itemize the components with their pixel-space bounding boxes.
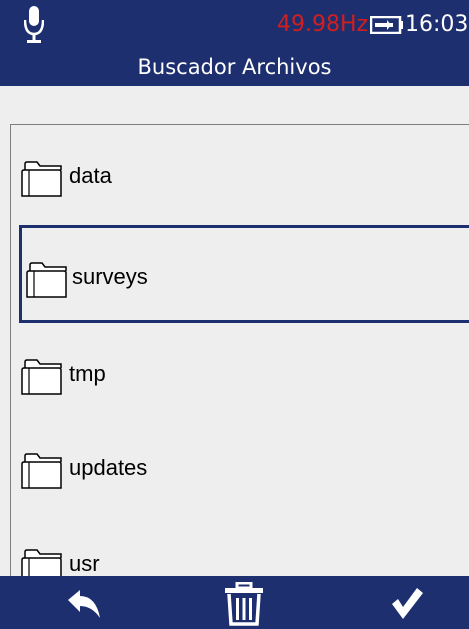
list-item-label: surveys [72,264,148,289]
list-item-selected[interactable]: surveys [19,225,469,323]
folder-icon [21,161,62,197]
trash-icon [225,582,263,626]
back-arrow-icon [68,590,100,618]
list-item[interactable]: data [11,125,469,221]
file-list[interactable]: data surveys tmp updates usr [10,124,469,576]
list-item[interactable]: tmp [11,323,469,419]
checkmark-icon [392,588,423,619]
list-item[interactable]: usr [11,513,469,576]
back-button[interactable] [50,576,130,629]
delete-button[interactable] [204,576,284,629]
confirm-button[interactable] [372,576,452,629]
list-item-label: usr [69,551,100,576]
bottom-toolbar [0,576,469,629]
clock: 16:03 [405,12,469,37]
path-bar [0,86,469,124]
list-item-label: updates [69,455,148,480]
frequency-readout: 49.98Hz [277,12,369,37]
battery-charging-icon [370,16,403,34]
microphone-icon [24,6,44,43]
folder-icon [21,453,62,489]
list-item[interactable]: updates [11,417,469,513]
header-bar: 49.98Hz 16:03 Buscador Archivos [0,0,469,86]
page-title: Buscador Archivos [137,55,332,79]
folder-icon [21,359,62,395]
folder-icon [26,262,67,298]
list-item-label: tmp [69,361,106,386]
list-item-label: data [69,163,112,188]
folder-icon [21,549,62,576]
